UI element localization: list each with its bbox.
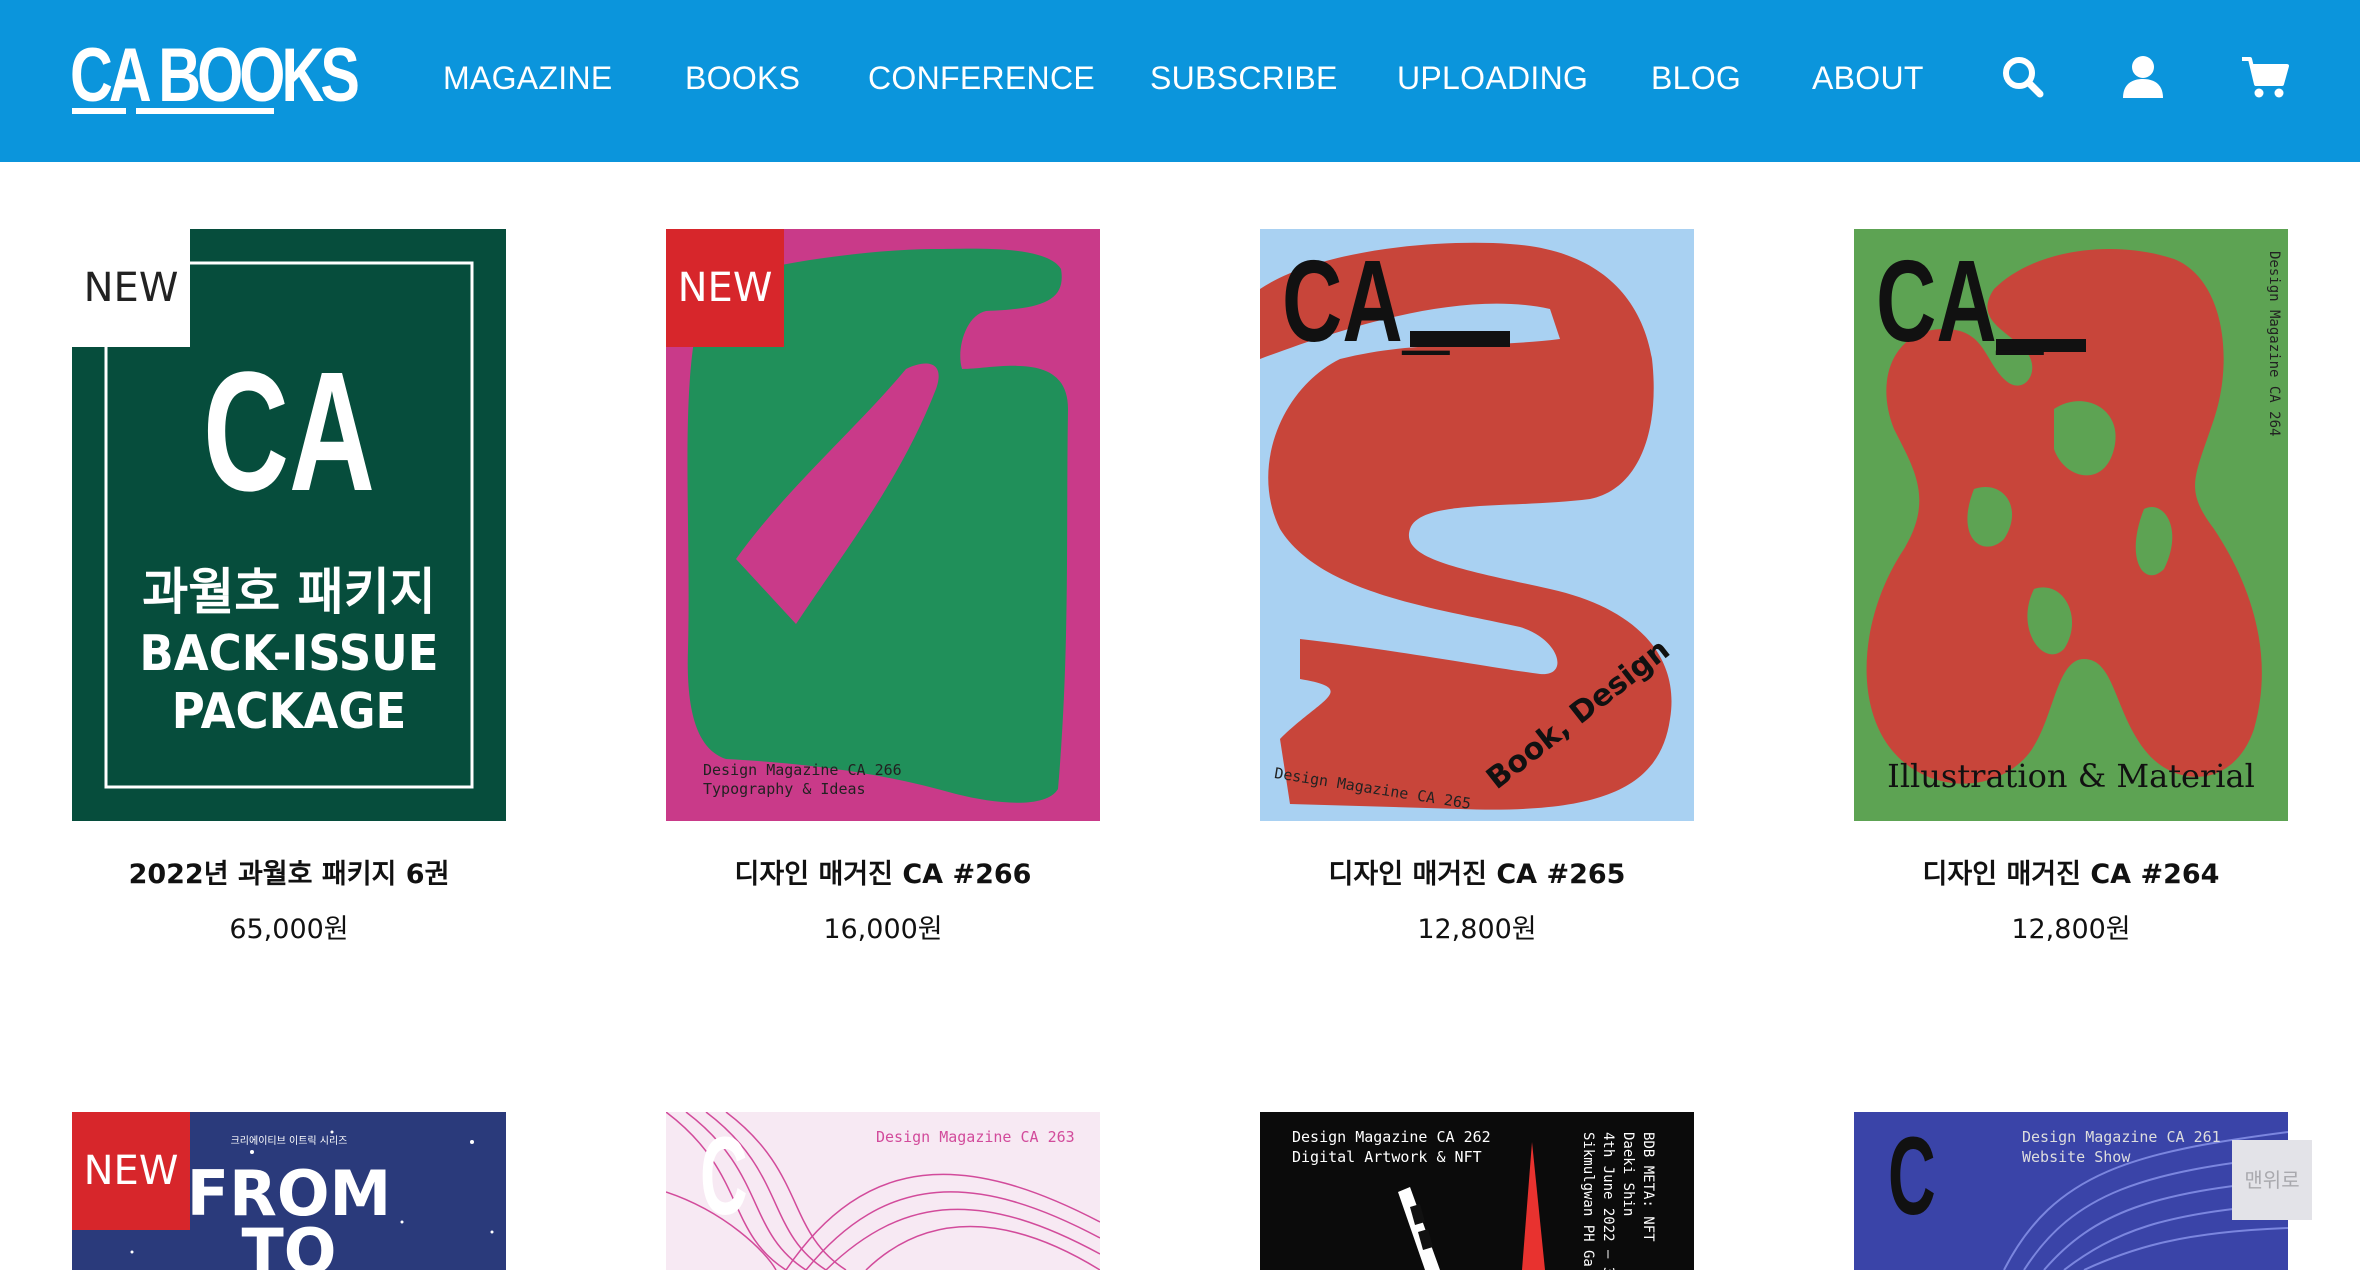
cover-caption: Website Show	[2022, 1148, 2131, 1166]
cover-caption: Design Magazine CA 263	[876, 1128, 1075, 1146]
nav-blog[interactable]: BLOG	[1651, 58, 1741, 98]
cover-logo: C	[1888, 1115, 1936, 1238]
cover-side-text: Design Magazine CA 264	[2266, 251, 2282, 437]
cover-side-text: Daeki Shin	[1620, 1132, 1636, 1217]
cover-caption: Design Magazine CA 261	[2022, 1128, 2221, 1146]
cover-caption: Digital Artwork & NFT	[1292, 1148, 1482, 1166]
cover-logo: CA_	[1282, 236, 1450, 366]
product-price: 12,800원	[2011, 914, 2131, 945]
product-title[interactable]: 2022년 과월호 패키지 6권	[32, 857, 546, 893]
cover-logo: CA_	[1876, 236, 2044, 366]
nav-uploading[interactable]: UPLOADING	[1397, 58, 1588, 98]
new-badge: NEW	[72, 1112, 190, 1230]
site-header: CA BOOKS MAGAZINE BOOKS CONFERENCE SUBSC…	[0, 0, 2360, 162]
product-cover[interactable]: Design Magazine CA 262 Digital Artwork &…	[1260, 1112, 1694, 1270]
product-cover[interactable]: CA_ Design Magazine CA 265 Book, Design	[1260, 229, 1694, 821]
cover-side-text: BDB META: NFT	[1640, 1132, 1656, 1242]
back-to-top-button[interactable]: 맨위로	[2232, 1140, 2312, 1220]
new-badge: NEW	[72, 229, 190, 347]
nav-about[interactable]: ABOUT	[1812, 58, 1924, 98]
product-cover[interactable]: C Design Magazine CA 261 Website Show	[1854, 1112, 2288, 1270]
product-cover[interactable]: 크리에이티브 이트릭 시리즈 FROM TO NEW	[72, 1112, 506, 1270]
product-cover[interactable]: Design Magazine CA 266 Typography & Idea…	[666, 229, 1100, 821]
cover-korean-text: 과월호 패키지	[142, 563, 436, 621]
logo-underline	[136, 108, 274, 114]
cover-caption: Design Magazine CA 262	[1292, 1128, 1491, 1146]
product-cover[interactable]: C Design Magazine CA 263	[666, 1112, 1100, 1270]
nav-subscribe[interactable]: SUBSCRIBE	[1150, 58, 1338, 98]
product-card[interactable]: CA_ Design Magazine CA 265 Book, Design …	[1260, 229, 1694, 949]
product-cover[interactable]: CA 과월호 패키지 BACK-ISSUE PACKAGE NEW	[72, 229, 506, 821]
cover-big-text: CA	[203, 337, 375, 527]
cover-logo: C	[700, 1115, 748, 1238]
product-cover[interactable]: CA_ Design Magazine CA 264 Illustration …	[1854, 229, 2288, 821]
cover-subtitle: Illustration & Material	[1887, 757, 2255, 795]
cover-side-text: 4th June 2022 — 3	[1600, 1132, 1616, 1270]
product-price: 16,000원	[823, 914, 943, 945]
product-title[interactable]: 디자인 매거진 CA #264	[1814, 857, 2328, 893]
product-title[interactable]: 디자인 매거진 CA #265	[1220, 857, 1734, 893]
product-card[interactable]: CA_ Design Magazine CA 264 Illustration …	[1854, 229, 2288, 949]
product-price: 12,800원	[1417, 914, 1537, 945]
cover-caption: Typography & Ideas	[703, 780, 866, 798]
new-badge: NEW	[666, 229, 784, 347]
cart-icon[interactable]	[2240, 54, 2290, 100]
product-price: 65,000원	[229, 914, 349, 945]
search-icon[interactable]	[2000, 54, 2046, 100]
cover-english-text: BACK-ISSUE	[139, 625, 439, 682]
nav-books[interactable]: BOOKS	[685, 58, 800, 98]
cover-caption: Design Magazine CA 266	[703, 761, 902, 779]
logo-text: CA BOOKS	[70, 33, 360, 118]
nav-magazine[interactable]: MAGAZINE	[443, 58, 613, 98]
user-icon[interactable]	[2120, 54, 2166, 100]
product-title[interactable]: 디자인 매거진 CA #266	[626, 857, 1140, 893]
logo-underline	[72, 108, 126, 114]
product-card[interactable]: CA 과월호 패키지 BACK-ISSUE PACKAGE NEW 2022년 …	[72, 229, 506, 949]
cover-side-text: Sikmulgwan PH Ga	[1580, 1132, 1596, 1267]
nav-conference[interactable]: CONFERENCE	[868, 58, 1095, 98]
product-card[interactable]: Design Magazine CA 266 Typography & Idea…	[666, 229, 1100, 949]
cover-english-text: PACKAGE	[171, 683, 407, 740]
